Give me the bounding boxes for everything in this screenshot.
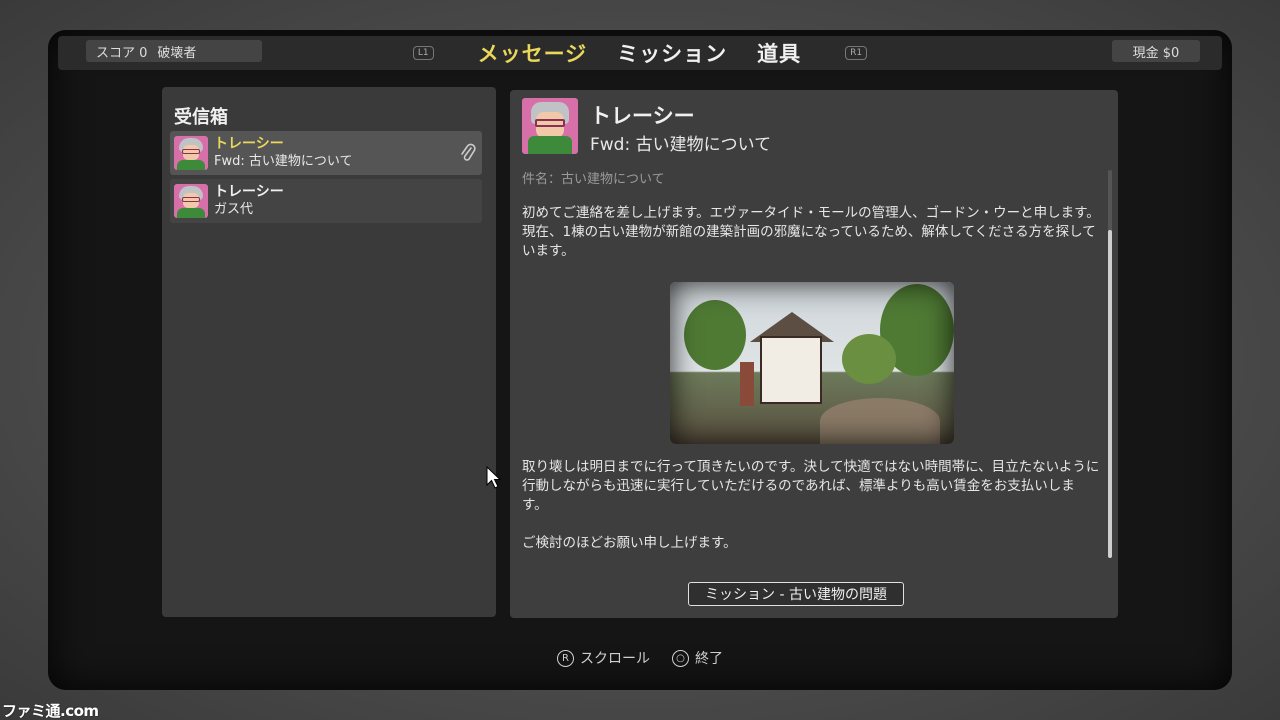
cash-label: 現金 $0 bbox=[1132, 45, 1180, 61]
avatar bbox=[174, 184, 208, 218]
message-body-paragraph: 初めてご連絡を差し上げます。エヴァータイド・モールの管理人、ゴードン・ウーと申し… bbox=[522, 205, 1100, 259]
message-scrollbar[interactable] bbox=[1108, 170, 1112, 558]
message-sender: トレーシー bbox=[214, 136, 284, 152]
paperclip-icon bbox=[460, 143, 476, 168]
message-sender-name: トレーシー bbox=[590, 104, 695, 128]
message-subject-line: 件名：古い建物について bbox=[522, 172, 665, 187]
circle-button-icon: ○ bbox=[672, 649, 689, 667]
tab-bar: L1 メッセージ ミッション 道具 R1 bbox=[58, 36, 1222, 70]
message-body-paragraph: 取り壊しは明日までに行って頂きたいのです。決して快適ではない時間帯に、目立たない… bbox=[522, 459, 1100, 513]
scroll-hint[interactable]: R スクロール bbox=[557, 648, 650, 668]
message-subject-heading: Fwd: 古い建物について bbox=[590, 135, 772, 155]
exit-hint[interactable]: ○ 終了 bbox=[672, 648, 723, 668]
message-subject: Fwd: 古い建物について bbox=[214, 154, 353, 169]
inbox-message-row[interactable]: トレーシー Fwd: 古い建物について bbox=[170, 131, 482, 175]
avatar bbox=[174, 136, 208, 170]
l1-button-hint[interactable]: L1 bbox=[412, 46, 434, 60]
inbox-panel: 受信箱 トレーシー Fwd: 古い建物について トレーシー ガス代 bbox=[162, 87, 496, 617]
controls-hint-bar: R スクロール ○ 終了 bbox=[48, 644, 1232, 672]
sender-avatar bbox=[522, 98, 578, 154]
message-sender: トレーシー bbox=[214, 184, 284, 200]
screen: スコア 0 破壊者 L1 メッセージ ミッション 道具 R1 現金 $0 受信箱… bbox=[48, 30, 1232, 690]
inbox-title: 受信箱 bbox=[174, 107, 228, 128]
tab-messages[interactable]: メッセージ bbox=[478, 38, 588, 68]
exit-hint-label: 終了 bbox=[695, 651, 723, 667]
cash-pill: 現金 $0 bbox=[1112, 40, 1200, 62]
r1-button-hint[interactable]: R1 bbox=[845, 46, 868, 60]
message-panel: トレーシー Fwd: 古い建物について 件名：古い建物について 初めてご連絡を差… bbox=[510, 90, 1118, 618]
tab-missions[interactable]: ミッション bbox=[617, 38, 727, 68]
inbox-message-row[interactable]: トレーシー ガス代 bbox=[170, 179, 482, 223]
watermark-logo: ファミ通.com bbox=[2, 702, 99, 720]
mission-link-button[interactable]: ミッション - 古い建物の問題 bbox=[688, 582, 904, 606]
tab-items[interactable]: 道具 bbox=[757, 38, 801, 68]
right-stick-icon: R bbox=[557, 649, 574, 667]
scrollbar-thumb[interactable] bbox=[1108, 230, 1112, 558]
top-bar: スコア 0 破壊者 L1 メッセージ ミッション 道具 R1 現金 $0 bbox=[58, 36, 1222, 70]
scroll-hint-label: スクロール bbox=[580, 651, 650, 667]
message-subject: ガス代 bbox=[214, 202, 254, 217]
message-body-paragraph: ご検討のほどお願い申し上げます。 bbox=[522, 535, 737, 551]
attachment-image bbox=[670, 282, 954, 444]
